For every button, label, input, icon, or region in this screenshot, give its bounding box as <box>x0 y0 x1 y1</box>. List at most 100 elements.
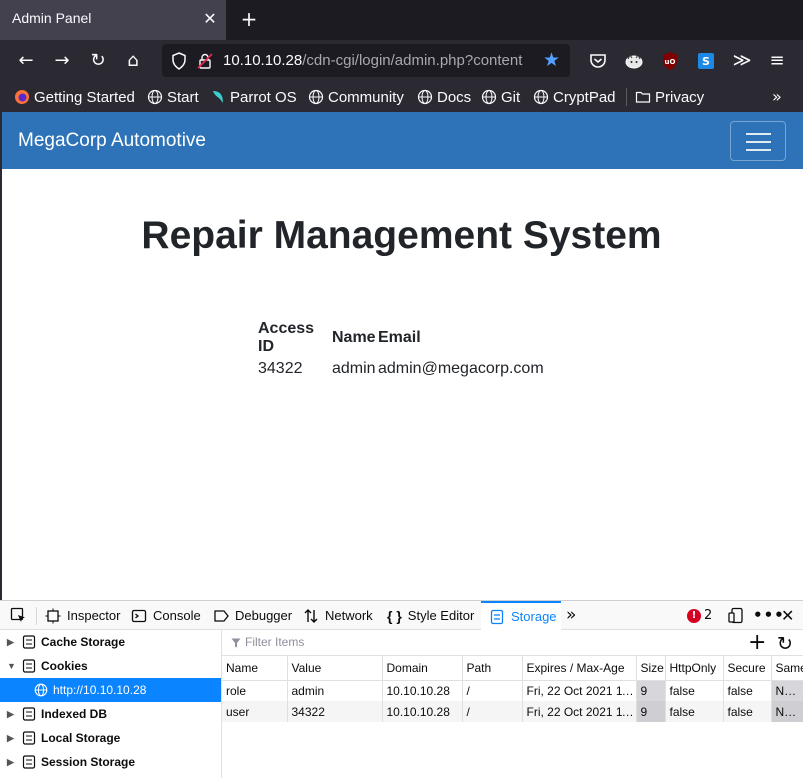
tab-label: Storage <box>511 609 557 624</box>
cookie-domain[interactable]: 10.10.10.28 <box>382 680 463 701</box>
new-tab-button[interactable]: + <box>238 8 260 30</box>
bookmark-cryptpad[interactable]: CryptPad <box>533 87 616 107</box>
cookie-secure[interactable]: false <box>723 680 772 701</box>
svg-text:uO: uO <box>665 58 676 66</box>
cookie-value[interactable]: admin <box>287 680 383 701</box>
collapse-arrow-icon[interactable]: ▼ <box>7 661 16 671</box>
extension-s-icon[interactable]: S <box>695 50 717 72</box>
debugger-icon <box>214 609 229 622</box>
tab-inspector[interactable]: Inspector <box>45 601 120 630</box>
bookmark-community[interactable]: Community <box>308 87 404 107</box>
column-header-secure[interactable]: Secure <box>723 656 772 681</box>
home-button[interactable]: ⌂ <box>120 48 146 74</box>
bookmark-folder-privacy[interactable]: Privacy <box>635 87 704 107</box>
navbar-toggle-button[interactable] <box>730 121 786 161</box>
cookie-size: 9 <box>636 680 666 701</box>
column-header-domain[interactable]: Domain <box>382 656 463 681</box>
pocket-icon[interactable] <box>587 50 609 72</box>
column-header-value[interactable]: Value <box>287 656 383 681</box>
bookmark-label: Start <box>167 88 199 106</box>
tree-item-cache-storage[interactable]: ▶ Cache Storage <box>0 630 221 654</box>
tree-item-cookie-host[interactable]: http://10.10.10.28 <box>0 678 221 702</box>
storage-folder-icon <box>22 755 36 769</box>
bookmarks-separator <box>626 88 627 106</box>
forward-button[interactable]: → <box>49 48 75 74</box>
expand-arrow-icon[interactable]: ▶ <box>7 637 16 648</box>
cookie-path[interactable]: / <box>462 701 523 722</box>
table-header-row: Access ID Name Email <box>258 320 544 356</box>
url-text[interactable]: 10.10.10.28/cdn-cgi/login/admin.php?cont… <box>223 52 522 69</box>
tree-item-session-storage[interactable]: ▶ Session Storage <box>0 750 221 774</box>
column-header-samesite[interactable]: SameSite <box>771 656 803 681</box>
expand-arrow-icon[interactable]: ▶ <box>7 709 16 720</box>
add-item-icon[interactable]: + <box>748 631 766 655</box>
column-header-size[interactable]: Size <box>636 656 666 681</box>
tab-debugger[interactable]: Debugger <box>213 601 292 630</box>
parrot-icon <box>213 91 223 103</box>
brand-link[interactable]: MegaCorp Automotive <box>18 130 206 152</box>
column-header-name[interactable]: Name <box>222 656 288 681</box>
bookmark-start[interactable]: Start <box>147 87 199 107</box>
back-button[interactable]: ← <box>13 48 39 74</box>
tab-style-editor[interactable]: { } Style Editor <box>387 601 474 630</box>
console-icon <box>131 609 147 622</box>
tree-item-indexed-db[interactable]: ▶ Indexed DB <box>0 702 221 726</box>
bookmark-parrot-os[interactable]: Parrot OS <box>210 87 297 107</box>
bookmark-star-icon[interactable]: ★ <box>543 50 563 70</box>
storage-folder-icon <box>22 731 36 745</box>
firefox-icon <box>15 90 29 104</box>
extension-cat-icon[interactable] <box>623 50 645 72</box>
cookie-name[interactable]: user <box>222 701 288 722</box>
bookmark-label: CryptPad <box>553 88 616 106</box>
bookmarks-overflow-icon[interactable]: » <box>772 87 782 106</box>
tab-label: Style Editor <box>407 608 475 623</box>
hamburger-line <box>746 149 771 151</box>
cookie-name[interactable]: role <box>222 680 288 701</box>
expand-arrow-icon[interactable]: ▶ <box>7 757 16 768</box>
close-devtools-icon[interactable]: ✕ <box>781 606 794 625</box>
extensions-overflow-icon[interactable]: ≫ <box>729 48 755 74</box>
column-header-httponly[interactable]: HttpOnly <box>665 656 724 681</box>
more-tools-icon[interactable]: » <box>566 605 576 625</box>
filter-bar: Filter Items + ↻ <box>222 630 803 656</box>
bookmark-getting-started[interactable]: Getting Started <box>14 87 135 107</box>
cookie-expires[interactable]: Fri, 22 Oct 2021 11:1… <box>522 680 637 701</box>
cookie-httponly[interactable]: false <box>665 680 724 701</box>
tracking-shield-icon[interactable] <box>171 52 187 70</box>
cookie-secure[interactable]: false <box>723 701 772 722</box>
tree-label: http://10.10.10.28 <box>53 683 147 697</box>
cookie-path[interactable]: / <box>462 680 523 701</box>
element-picker-icon[interactable] <box>10 607 27 624</box>
column-header-expires[interactable]: Expires / Max-Age <box>522 656 637 681</box>
app-menu-icon[interactable]: ≡ <box>764 48 790 74</box>
tab-console[interactable]: Console <box>131 601 201 630</box>
insecure-lock-icon[interactable] <box>197 52 213 70</box>
expand-arrow-icon[interactable]: ▶ <box>7 733 16 744</box>
cookie-httponly[interactable]: false <box>665 701 724 722</box>
filter-items-input[interactable]: Filter Items <box>245 635 304 649</box>
column-header-path[interactable]: Path <box>462 656 523 681</box>
svg-text:S: S <box>702 55 710 68</box>
bookmark-docs[interactable]: Docs <box>417 87 471 107</box>
tab-network[interactable]: Network <box>303 601 373 630</box>
bookmark-git[interactable]: Git <box>481 87 520 107</box>
table-row[interactable]: user 34322 10.10.10.28 / Fri, 22 Oct 202… <box>222 701 803 722</box>
devtools-options-icon[interactable]: ••• <box>753 606 785 624</box>
reload-button[interactable]: ↻ <box>85 48 111 74</box>
tab-storage[interactable]: Storage <box>481 601 561 630</box>
close-tab-icon[interactable]: ✕ <box>201 8 219 30</box>
tree-item-cookies[interactable]: ▼ Cookies <box>0 654 221 678</box>
tree-item-local-storage[interactable]: ▶ Local Storage <box>0 726 221 750</box>
tab-label: Debugger <box>235 608 293 623</box>
responsive-design-icon[interactable] <box>728 607 744 624</box>
error-count-badge[interactable]: ! 2 <box>687 608 712 623</box>
refresh-items-icon[interactable]: ↻ <box>777 632 793 656</box>
cookie-value[interactable]: 34322 <box>287 701 383 722</box>
url-bar[interactable]: 10.10.10.28/cdn-cgi/login/admin.php?cont… <box>162 44 570 77</box>
cookie-expires[interactable]: Fri, 22 Oct 2021 11:1… <box>522 701 637 722</box>
tab-label: Inspector <box>67 608 121 623</box>
tab-admin-panel[interactable]: Admin Panel ✕ <box>0 0 226 40</box>
ublock-origin-icon[interactable]: uO <box>659 50 681 72</box>
table-row[interactable]: role admin 10.10.10.28 / Fri, 22 Oct 202… <box>222 680 803 701</box>
cookie-domain[interactable]: 10.10.10.28 <box>382 701 463 722</box>
